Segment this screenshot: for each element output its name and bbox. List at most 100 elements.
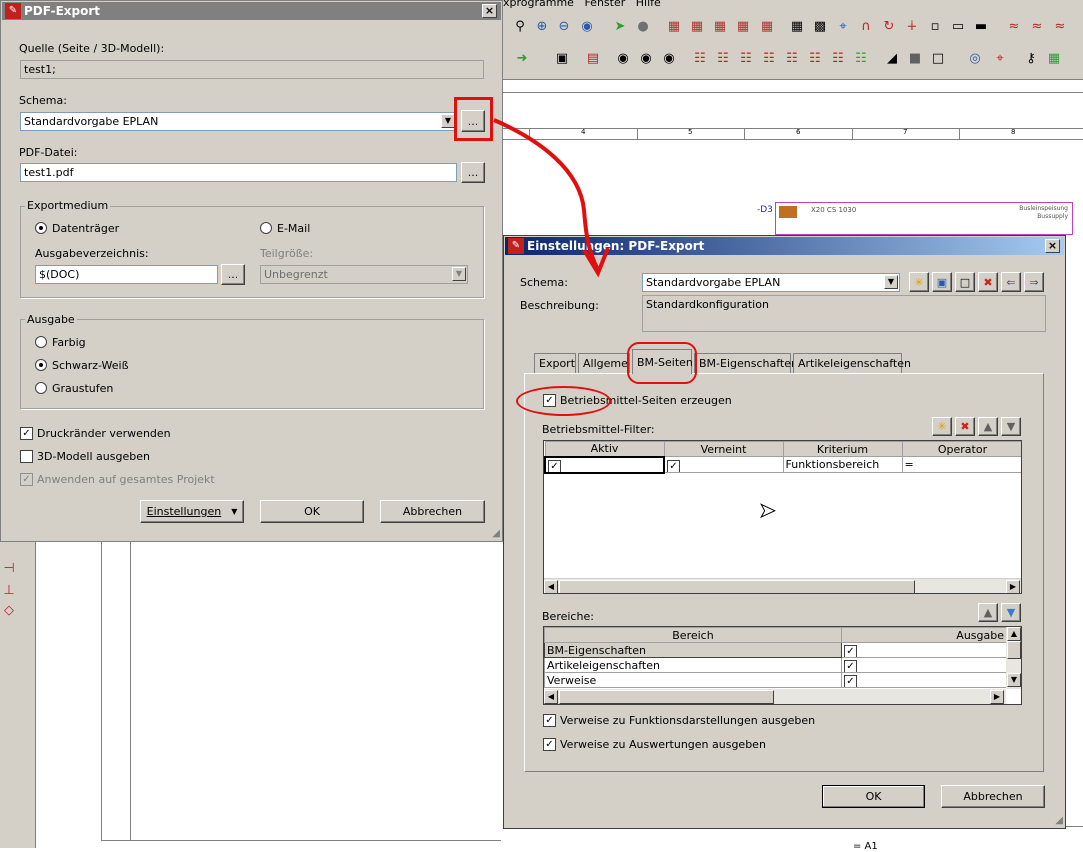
terminal-icon[interactable]: ☷: [714, 50, 732, 68]
new-filter-icon[interactable]: ✳: [932, 417, 952, 436]
scroll-left-icon[interactable]: ◀: [544, 580, 558, 593]
filter-verneint-checkbox[interactable]: ✓: [667, 459, 680, 472]
table-icon[interactable]: ▦: [788, 18, 806, 36]
settings-schema-select[interactable]: Standardvorgabe EPLAN: [642, 273, 900, 292]
zoom-window-icon[interactable]: ⚲: [511, 18, 529, 36]
scroll-right-icon[interactable]: ▶: [1006, 580, 1020, 593]
wire-icon[interactable]: ≈: [1051, 18, 1069, 36]
chevron-down-icon[interactable]: ▼: [884, 275, 898, 289]
filter-header-verneint[interactable]: Verneint: [663, 441, 784, 457]
menu-item-fenster[interactable]: Fenster: [584, 0, 625, 9]
resize-grip-icon[interactable]: ◢: [492, 528, 500, 539]
zoom-in-icon[interactable]: ⊕: [533, 18, 551, 36]
tab-artikeleigenschaften[interactable]: Artikeleigenschaften: [793, 353, 911, 374]
cancel-button[interactable]: Abbrechen: [380, 500, 485, 523]
areas-cell-bereich[interactable]: BM-Eigenschaften: [544, 642, 842, 658]
grid-icon[interactable]: ▦: [734, 18, 752, 36]
terminal-icon[interactable]: ☷: [806, 50, 824, 68]
device-icon[interactable]: ▣: [553, 50, 571, 68]
scroll-thumb[interactable]: [1007, 641, 1021, 659]
ok-button[interactable]: OK: [260, 500, 364, 523]
device-icon[interactable]: ◉: [614, 50, 632, 68]
filter-cell-operator[interactable]: =: [901, 456, 1021, 473]
settings-cancel-button[interactable]: Abbrechen: [941, 785, 1045, 808]
snap-icon[interactable]: ⌖: [834, 18, 852, 36]
table-row[interactable]: ✓ ✓ Funktionsbereich =: [544, 455, 1021, 474]
areas-checkbox[interactable]: ✓: [844, 660, 857, 672]
label-icon[interactable]: ▬: [972, 18, 990, 36]
areas-cell-ausgabe[interactable]: ✓: [841, 642, 1007, 658]
grid-icon[interactable]: ▦: [711, 18, 729, 36]
export-icon[interactable]: ⇒: [1024, 272, 1044, 292]
move-down-icon[interactable]: ▼: [1001, 417, 1021, 436]
output-gray-radio[interactable]: [35, 382, 47, 394]
tab-bm-eigenschaften[interactable]: BM-Eigenschaften: [694, 353, 798, 374]
import-icon[interactable]: ⇐: [1001, 272, 1021, 292]
grid-icon[interactable]: ▦: [758, 18, 776, 36]
tab-export[interactable]: Export: [534, 353, 576, 374]
wire-icon[interactable]: ≈: [1028, 18, 1046, 36]
outdir-browse-button[interactable]: ...: [221, 264, 245, 285]
close-icon[interactable]: ×: [1045, 239, 1060, 253]
pdf-export-titlebar[interactable]: ✎ PDF-Export ×: [2, 2, 501, 20]
filter-header-aktiv[interactable]: Aktiv: [544, 441, 665, 457]
func-refs-checkbox[interactable]: ✓: [543, 714, 556, 727]
terminal-icon[interactable]: ☷: [783, 50, 801, 68]
grid-icon[interactable]: ▦: [688, 18, 706, 36]
symbol-icon[interactable]: ⊥: [0, 582, 18, 600]
scroll-thumb[interactable]: [559, 580, 915, 593]
move-up-icon[interactable]: ▲: [978, 417, 998, 436]
zoom-fit-icon[interactable]: ◉: [578, 18, 596, 36]
delete-icon[interactable]: ✖: [978, 272, 998, 292]
stop-icon[interactable]: ●: [634, 18, 652, 36]
schema-select[interactable]: Standardvorgabe EPLAN: [20, 112, 456, 131]
outdir-input[interactable]: $(DOC): [35, 265, 218, 284]
arrow-icon[interactable]: ➜: [513, 50, 531, 68]
new-schema-icon[interactable]: ✳: [909, 272, 929, 292]
filter-hscrollbar[interactable]: ◀ ▶: [544, 578, 1021, 593]
scroll-down-icon[interactable]: ▼: [1007, 673, 1021, 687]
magnet-icon[interactable]: ∩: [857, 18, 875, 36]
pin-icon[interactable]: ⌖: [991, 50, 1009, 68]
areas-hscrollbar[interactable]: ◀ ▶: [544, 689, 1006, 704]
scroll-right-icon[interactable]: ▶: [990, 690, 1004, 704]
resize-grip-icon[interactable]: ◢: [1055, 815, 1063, 826]
areas-cell-bereich[interactable]: Verweise: [544, 672, 842, 688]
copy-icon[interactable]: □: [955, 272, 975, 292]
eval-refs-checkbox[interactable]: ✓: [543, 738, 556, 751]
terminal-icon[interactable]: ☷: [737, 50, 755, 68]
tab-allgemein[interactable]: Allgemein: [578, 353, 630, 374]
areas-header-bereich[interactable]: Bereich: [544, 627, 842, 643]
margins-checkbox[interactable]: ✓: [20, 427, 33, 440]
output-bw-radio[interactable]: [35, 359, 47, 371]
draw-line-icon[interactable]: ◢: [883, 50, 901, 68]
terminal-icon[interactable]: ☷: [829, 50, 847, 68]
back-icon[interactable]: ➤: [611, 18, 629, 36]
menu-item-hilfe[interactable]: Hilfe: [636, 0, 661, 9]
areas-cell-ausgabe[interactable]: ✓: [841, 657, 1007, 673]
symbol-icon[interactable]: ◇: [0, 602, 18, 620]
scroll-thumb[interactable]: [559, 690, 774, 704]
symbol-icon[interactable]: ⊣: [0, 560, 18, 578]
medium-email-radio[interactable]: [260, 222, 272, 234]
areas-cell-bereich[interactable]: Artikeleigenschaften: [544, 657, 842, 673]
save-icon[interactable]: ▣: [932, 272, 952, 292]
move-down-icon[interactable]: ▼: [1001, 603, 1021, 622]
chevron-down-icon[interactable]: ▼: [441, 114, 455, 128]
fill-icon[interactable]: ■: [906, 50, 924, 68]
filter-cell-kriterium[interactable]: Funktionsbereich: [782, 456, 903, 473]
close-icon[interactable]: ×: [482, 4, 497, 18]
device-icon[interactable]: ◉: [660, 50, 678, 68]
filter-cell-aktiv[interactable]: ✓: [544, 455, 665, 474]
terminal-icon[interactable]: ☷: [852, 50, 870, 68]
filter-aktiv-checkbox[interactable]: ✓: [548, 459, 561, 471]
3d-model-checkbox[interactable]: [20, 450, 33, 463]
menu-item-programme[interactable]: xprogramme: [503, 0, 574, 9]
terminal-icon[interactable]: ☷: [760, 50, 778, 68]
table-row[interactable]: BM-Eigenschaften ✓: [544, 642, 1007, 658]
filter-cell-verneint[interactable]: ✓: [663, 456, 784, 473]
connect-icon[interactable]: ∔: [903, 18, 921, 36]
settings-ok-button[interactable]: OK: [822, 785, 925, 808]
settings-button[interactable]: Einstellungen ▼: [140, 500, 244, 523]
table-icon[interactable]: ▩: [811, 18, 829, 36]
